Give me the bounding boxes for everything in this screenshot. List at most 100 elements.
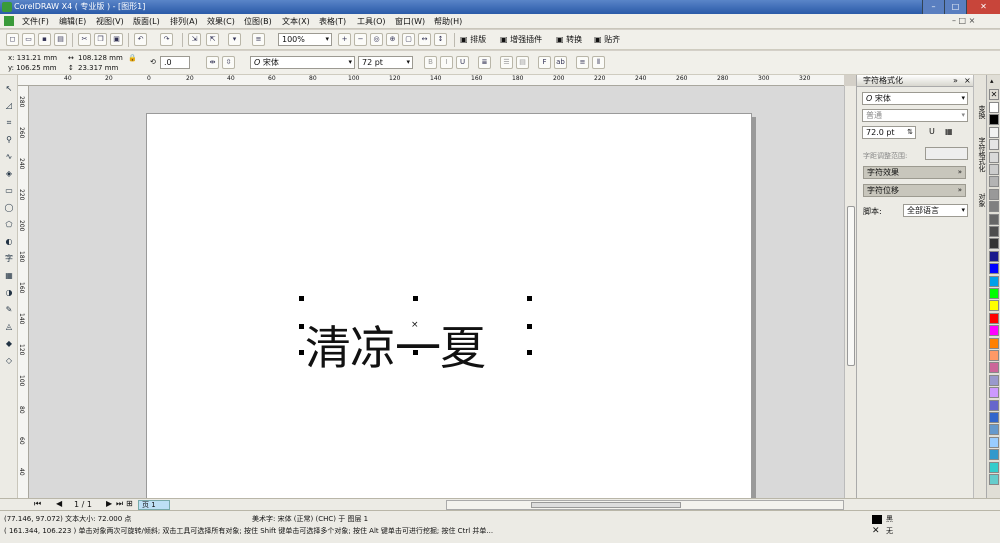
character-effects-section[interactable]: 字符效果 » [863, 166, 966, 179]
polygon-tool-icon[interactable]: ⬠ [3, 219, 15, 231]
color-swatch[interactable] [989, 300, 999, 312]
selection-handle[interactable] [527, 324, 532, 329]
menu-text[interactable]: 文本(X) [282, 16, 310, 27]
zoom-width-icon[interactable]: ↔ [418, 33, 431, 46]
color-swatch[interactable] [989, 412, 999, 423]
snap-button[interactable]: ▣ 贴齐 [594, 34, 620, 45]
application-launcher-icon[interactable]: ▾ [228, 33, 241, 46]
horizontal-text-icon[interactable]: ≡ [576, 56, 589, 69]
height-field[interactable]: 23.317 mm [78, 64, 118, 73]
export-icon[interactable]: ⇱ [206, 33, 219, 46]
font-list-select[interactable]: O 宋体 ▾ [250, 56, 355, 69]
tab-object[interactable]: 对象 [975, 193, 986, 207]
palette-scroll-up-icon[interactable]: ▴ [990, 77, 994, 85]
color-swatch[interactable] [989, 325, 999, 337]
tab-transform[interactable]: 变换 [975, 105, 986, 119]
fill-color-icon[interactable] [872, 515, 882, 524]
selection-handle[interactable] [413, 350, 418, 355]
color-swatch[interactable] [989, 461, 999, 473]
document-page[interactable]: 清凉一夏 × [146, 113, 752, 498]
bullet-icon[interactable]: ☰ [500, 56, 513, 69]
smart-fill-tool-icon[interactable]: ◈ [3, 168, 15, 180]
script-select[interactable]: 全部语言 ▾ [903, 204, 968, 217]
menu-view[interactable]: 视图(V) [96, 16, 124, 27]
color-swatch[interactable] [989, 176, 999, 188]
open-icon[interactable]: ▭ [22, 33, 35, 46]
color-swatch[interactable] [989, 424, 999, 436]
convert-button[interactable]: ▣ 转换 [556, 34, 582, 45]
edit-text-icon[interactable]: ab [554, 56, 567, 69]
x-position-field[interactable]: x: 131.21 mm [8, 54, 57, 63]
doc-window-controls[interactable]: – □ × [952, 16, 975, 25]
menu-tools[interactable]: 工具(O) [357, 16, 386, 27]
character-format-icon[interactable]: F [538, 56, 551, 69]
width-field[interactable]: 108.128 mm [78, 54, 123, 63]
fill-tool-icon[interactable]: ◆ [3, 338, 15, 350]
menu-edit[interactable]: 编辑(E) [59, 16, 86, 27]
save-icon[interactable]: ▪ [38, 33, 51, 46]
drawing-canvas[interactable]: 清凉一夏 × [29, 86, 844, 498]
docker-collapse-icon[interactable]: » [953, 76, 958, 85]
add-page-icon[interactable]: ⊞ [126, 499, 133, 508]
no-color-swatch[interactable]: ✕ [989, 89, 999, 100]
import-icon[interactable]: ⇲ [188, 33, 201, 46]
underline-icon[interactable]: U [929, 127, 935, 136]
color-swatch[interactable] [989, 399, 999, 411]
selection-handle[interactable] [413, 296, 418, 301]
menu-arrange[interactable]: 排列(A) [170, 16, 198, 27]
bold-icon[interactable]: B [424, 56, 437, 69]
next-page-icon[interactable]: ▶ [106, 499, 112, 508]
underline-icon[interactable]: U [456, 56, 469, 69]
color-swatch[interactable] [989, 449, 999, 461]
color-swatch[interactable] [989, 139, 999, 151]
mirror-vertical-icon[interactable]: ⇳ [222, 56, 235, 69]
zoom-all-icon[interactable]: ⊕ [386, 33, 399, 46]
color-swatch[interactable] [989, 151, 999, 163]
interactive-fill-tool-icon[interactable]: ◇ [3, 355, 15, 367]
close-button[interactable]: ✕ [966, 0, 1000, 14]
enhance-plugin-button[interactable]: ▣ 增强插件 [500, 34, 542, 45]
align-icon[interactable]: ≣ [478, 56, 491, 69]
page-tab[interactable]: 页 1 [138, 500, 170, 510]
zoom-level-select[interactable]: 100% ▾ [278, 33, 332, 46]
vertical-text-icon[interactable]: ⦀ [592, 56, 605, 69]
color-swatch[interactable] [989, 312, 999, 324]
character-shift-section[interactable]: 字符位移 » [863, 184, 966, 197]
color-swatch[interactable] [989, 250, 999, 262]
color-swatch[interactable] [989, 374, 999, 386]
eyedropper-tool-icon[interactable]: ✎ [3, 304, 15, 316]
pick-tool-icon[interactable]: ↖ [3, 83, 15, 95]
scrollbar-thumb[interactable] [531, 502, 681, 508]
font-size-select[interactable]: 72 pt ▾ [358, 56, 413, 69]
docker-close-icon[interactable]: × [964, 76, 971, 85]
color-swatch[interactable] [989, 337, 999, 349]
scrollbar-thumb[interactable] [847, 206, 855, 366]
maximize-button[interactable]: □ [944, 0, 966, 14]
freehand-tool-icon[interactable]: ∿ [3, 151, 15, 163]
selection-handle[interactable] [299, 350, 304, 355]
menu-file[interactable]: 文件(F) [22, 16, 49, 27]
zoom-out-icon[interactable]: − [354, 33, 367, 46]
y-position-field[interactable]: y: 106.25 mm [8, 64, 57, 73]
copy-icon[interactable]: ❐ [94, 33, 107, 46]
outline-none-icon[interactable]: ✕ [872, 526, 880, 536]
color-swatch[interactable] [989, 164, 999, 175]
new-icon[interactable]: ◻ [6, 33, 19, 46]
color-swatch[interactable] [989, 474, 999, 485]
text-color-icon[interactable]: ▦ [945, 127, 953, 136]
rotation-angle-field[interactable]: .0 [160, 56, 190, 69]
typeset-button[interactable]: ▣ 排版 [460, 34, 486, 45]
rectangle-tool-icon[interactable]: ▭ [3, 185, 15, 197]
color-swatch[interactable] [989, 114, 999, 126]
color-swatch[interactable] [989, 436, 999, 448]
docker-style-select[interactable]: 普通 ▾ [862, 109, 968, 122]
zoom-tool-icon[interactable]: ⚲ [3, 134, 15, 146]
docker-font-select[interactable]: O 宋体 ▾ [862, 92, 968, 105]
artistic-text[interactable]: 清凉一夏 [305, 321, 486, 375]
shape-tool-icon[interactable]: ◿ [3, 100, 15, 112]
selection-handle[interactable] [527, 350, 532, 355]
minimize-button[interactable]: – [922, 0, 944, 14]
selection-handle[interactable] [527, 296, 532, 301]
color-swatch[interactable] [989, 102, 999, 113]
mirror-horizontal-icon[interactable]: ⇹ [206, 56, 219, 69]
